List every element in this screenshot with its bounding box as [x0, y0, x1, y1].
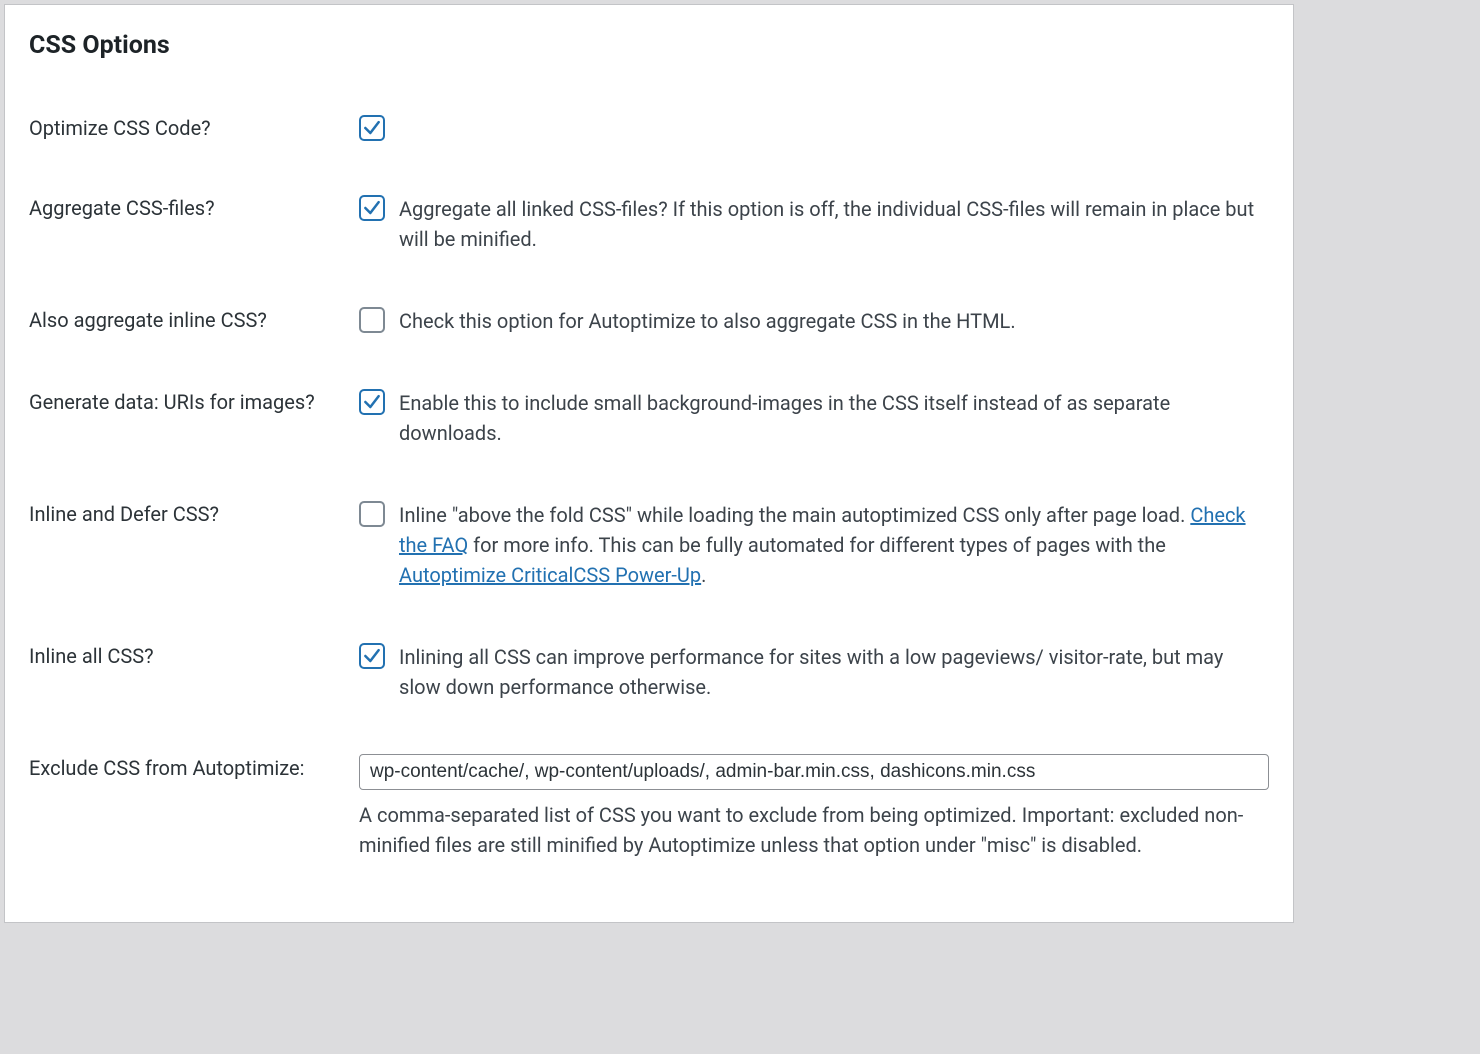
row-aggregate: Aggregate CSS-files? Aggregate all linke… — [29, 168, 1269, 280]
desc-inline-defer-mid: for more info. This can be fully automat… — [468, 533, 1166, 557]
label-data-uris: Generate data: URIs for images? — [29, 362, 359, 474]
checkbox-aggregate[interactable] — [359, 195, 385, 221]
checkbox-data-uris[interactable] — [359, 389, 385, 415]
desc-data-uris: Enable this to include small background-… — [399, 388, 1269, 448]
row-inline-defer: Inline and Defer CSS? Inline "above the … — [29, 474, 1269, 616]
row-exclude: Exclude CSS from Autoptimize: A comma-se… — [29, 728, 1269, 886]
row-inline-all: Inline all CSS? Inlining all CSS can imp… — [29, 616, 1269, 728]
helper-exclude: A comma-separated list of CSS you want t… — [359, 800, 1269, 860]
row-aggregate-inline: Also aggregate inline CSS? Check this op… — [29, 280, 1269, 362]
desc-inline-defer-post: . — [701, 563, 706, 587]
label-optimize: Optimize CSS Code? — [29, 88, 359, 168]
input-exclude-css[interactable] — [359, 754, 1269, 790]
desc-inline-all: Inlining all CSS can improve performance… — [399, 642, 1269, 702]
desc-aggregate: Aggregate all linked CSS-files? If this … — [399, 194, 1269, 254]
label-exclude: Exclude CSS from Autoptimize: — [29, 728, 359, 886]
section-title: CSS Options — [29, 31, 1269, 60]
checkbox-aggregate-inline[interactable] — [359, 307, 385, 333]
checkbox-optimize[interactable] — [359, 115, 385, 141]
label-inline-all: Inline all CSS? — [29, 616, 359, 728]
desc-inline-defer-pre: Inline "above the fold CSS" while loadin… — [399, 503, 1190, 527]
checkbox-inline-all[interactable] — [359, 643, 385, 669]
form-table: Optimize CSS Code? Aggregate CSS-files? … — [29, 88, 1269, 886]
label-inline-defer: Inline and Defer CSS? — [29, 474, 359, 616]
desc-inline-defer: Inline "above the fold CSS" while loadin… — [399, 500, 1269, 590]
link-criticalcss-powerup[interactable]: Autoptimize CriticalCSS Power-Up — [399, 563, 701, 587]
label-aggregate-inline: Also aggregate inline CSS? — [29, 280, 359, 362]
desc-aggregate-inline: Check this option for Autoptimize to als… — [399, 306, 1269, 336]
label-aggregate: Aggregate CSS-files? — [29, 168, 359, 280]
row-optimize: Optimize CSS Code? — [29, 88, 1269, 168]
row-data-uris: Generate data: URIs for images? Enable t… — [29, 362, 1269, 474]
css-options-panel: CSS Options Optimize CSS Code? Aggregate… — [4, 4, 1294, 923]
checkbox-inline-defer[interactable] — [359, 501, 385, 527]
